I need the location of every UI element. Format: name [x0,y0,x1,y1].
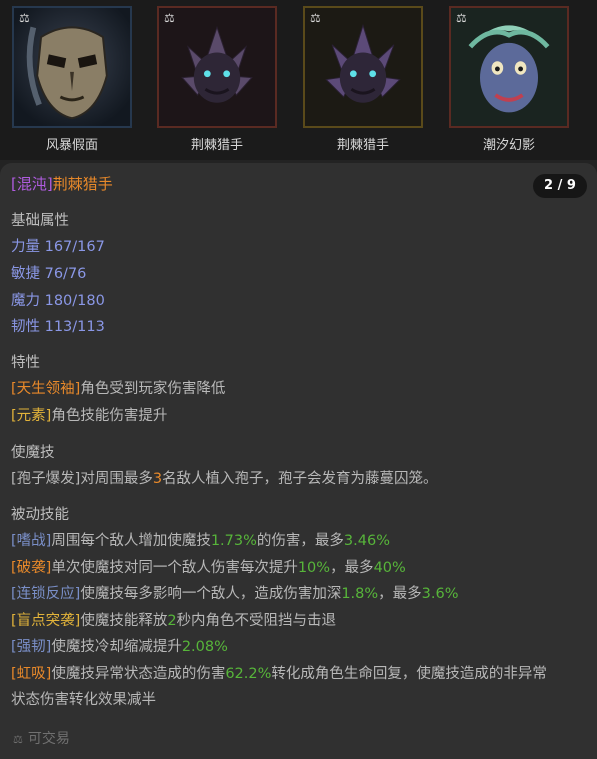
trait-row: [元素]角色技能伤害提升 [11,408,168,424]
scale-icon: ⚖ [164,11,175,25]
storm-mask-portrait [14,8,130,126]
companion-card-storm-mask[interactable]: ⚖ 风暴假面 [12,6,132,153]
companion-detail-panel: [混沌]荆棘猎手 2 / 9 基础属性 力量 167/167 敏捷 76/76 … [0,163,597,759]
card-frame: ⚖ [303,6,423,128]
attr-strength: 力量 167/167 [11,239,105,255]
tide-phantom-portrait [451,8,567,126]
card-name: 潮汐幻影 [482,138,535,153]
thorn-hunter-portrait [305,8,421,126]
attr-toughness: 韧性 113/113 [11,319,105,335]
passive-row: [连锁反应]使魔技每多影响一个敌人，造成伤害加深1.8%，最多3.6% [11,586,459,602]
card-name: 荆棘猎手 [190,138,243,153]
item-counter-badge: 2 / 9 [533,174,587,198]
item-quality-prefix: [混沌] [11,175,53,193]
thorn-hunter-portrait [159,8,275,126]
attr-agility: 敏捷 76/76 [11,266,87,282]
card-name: 风暴假面 [45,138,98,153]
scale-icon: ⚖ [310,11,321,25]
passives-heading: 被动技能 [11,507,69,523]
companion-card-thorn-hunter[interactable]: ⚖ 荆棘猎手 [157,6,277,153]
item-title: [混沌]荆棘猎手 [11,174,113,194]
traits-heading: 特性 [11,355,40,371]
scale-icon: ⚖ [456,11,467,25]
card-frame: ⚖ [12,6,132,128]
card-frame: ⚖ [449,6,569,128]
passive-row: [盲点突袭]使魔技能释放2秒内角色不受阻挡与击退 [11,613,337,629]
companion-card-row: ⚖ 风暴假面 ⚖ 荆棘猎手 ⚖ 荆棘猎手 ⚖ 潮汐幻影 [0,0,597,160]
companion-card-thorn-hunter-selected[interactable]: ⚖ 荆棘猎手 [303,6,423,153]
tradable-label: ⚖ 可交易 [13,731,70,747]
attr-magic: 魔力 180/180 [11,293,105,309]
scale-icon: ⚖ [13,733,23,746]
skill-heading: 使魔技 [11,445,55,461]
companion-card-tide-phantom[interactable]: ⚖ 潮汐幻影 [449,6,569,153]
card-name: 荆棘猎手 [336,138,389,153]
trait-row: [天生领袖]角色受到玩家伤害降低 [11,381,226,397]
scale-icon: ⚖ [19,11,30,25]
passive-row: [破袭]单次使魔技对同一个敌人伤害每次提升10%，最多40% [11,560,406,576]
passive-row: [虹吸]使魔技异常状态造成的伤害62.2%转化成角色生命回复，使魔技造成的非异常 [11,666,547,682]
passive-row: [嗜战]周围每个敌人增加使魔技1.73%的伤害，最多3.46% [11,533,390,549]
skill-description: [孢子爆发]对周围最多3名敌人植入孢子，孢子会发育为藤蔓囚笼。 [11,471,438,487]
passive-row: [强韧]使魔技冷却缩减提升2.08% [11,639,228,655]
base-attrs-heading: 基础属性 [11,213,69,229]
item-name: 荆棘猎手 [52,175,113,193]
passive-row-continuation: 状态伤害转化效果减半 [11,692,156,708]
card-frame: ⚖ [157,6,277,128]
